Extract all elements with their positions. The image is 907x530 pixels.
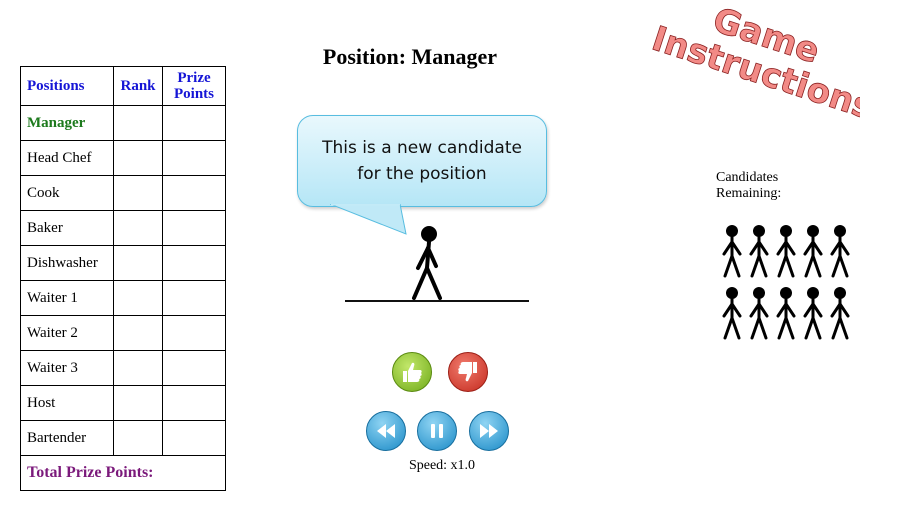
game-instructions-button[interactable]: Game Instructions: [620, 8, 860, 158]
total-row: Total Prize Points:: [20, 455, 226, 491]
rank-cell[interactable]: [113, 105, 163, 141]
prize-points-cell: [162, 315, 226, 351]
position-name-cell: Waiter 1: [20, 280, 114, 316]
position-name-cell: Cook: [20, 175, 114, 211]
prize-points-cell: [162, 280, 226, 316]
rank-cell[interactable]: [113, 175, 163, 211]
total-prize-points-label: Total Prize Points:: [20, 455, 226, 491]
header-rank: Rank: [113, 66, 163, 106]
header-positions: Positions: [20, 66, 114, 106]
rank-cell[interactable]: [113, 140, 163, 176]
ground-line: [345, 300, 529, 302]
table-row: Dishwasher: [20, 245, 226, 281]
table-row: Manager: [20, 105, 226, 141]
rank-cell[interactable]: [113, 420, 163, 456]
prize-points-cell: [162, 105, 226, 141]
thumbs-up-icon: [403, 362, 422, 382]
header-prize-points: Prize Points: [162, 66, 226, 106]
table-row: Waiter 2: [20, 315, 226, 351]
candidates-remaining-label: Candidates Remaining:: [716, 170, 781, 202]
candidates-row: [720, 286, 852, 345]
table-header-row: Positions Rank Prize Points: [20, 66, 226, 106]
rank-cell[interactable]: [113, 280, 163, 316]
speech-bubble-tail: [330, 204, 407, 235]
table-row: Waiter 1: [20, 280, 226, 316]
fast-forward-button[interactable]: [469, 411, 509, 451]
rank-cell[interactable]: [113, 350, 163, 386]
ranking-table: Positions Rank Prize Points Manager Head …: [20, 66, 226, 491]
position-name-cell: Head Chef: [20, 140, 114, 176]
position-name-cell: Manager: [20, 105, 114, 141]
speech-bubble-text: This is a new candidate for the position: [322, 138, 522, 184]
pause-icon: [431, 424, 443, 438]
prize-points-cell: [162, 210, 226, 246]
position-name-cell: Bartender: [20, 420, 114, 456]
position-name-cell: Host: [20, 385, 114, 421]
prize-points-cell: [162, 350, 226, 386]
rewind-icon: [377, 424, 395, 438]
speed-label: Speed: x1.0: [408, 458, 476, 473]
candidate-icon: [747, 286, 771, 345]
fast-forward-icon: [480, 424, 498, 438]
prize-points-cell: [162, 140, 226, 176]
rank-cell[interactable]: [113, 245, 163, 281]
speech-bubble: This is a new candidate for the position: [297, 115, 547, 207]
candidate-icon: [828, 224, 852, 283]
position-name-cell: Dishwasher: [20, 245, 114, 281]
thumbs-up-button[interactable]: [392, 352, 432, 392]
candidate-icon: [747, 224, 771, 283]
rewind-button[interactable]: [366, 411, 406, 451]
position-name-cell: Waiter 3: [20, 350, 114, 386]
prize-points-cell: [162, 175, 226, 211]
rank-cell[interactable]: [113, 315, 163, 351]
candidate-icon: [774, 224, 798, 283]
candidates-label-line1: Candidates: [716, 170, 779, 185]
table-row: Host: [20, 385, 226, 421]
table-row: Bartender: [20, 420, 226, 456]
table-row: Cook: [20, 175, 226, 211]
candidate-icon: [720, 286, 744, 345]
candidates-row: [720, 224, 852, 283]
position-name-cell: Baker: [20, 210, 114, 246]
candidates-label-line2: Remaining:: [716, 186, 782, 201]
position-name-cell: Waiter 2: [20, 315, 114, 351]
candidate-icon: [828, 286, 852, 345]
table-row: Head Chef: [20, 140, 226, 176]
candidate-icon: [720, 224, 744, 283]
rank-cell[interactable]: [113, 210, 163, 246]
rank-cell[interactable]: [113, 385, 163, 421]
prize-points-cell: [162, 385, 226, 421]
candidate-icon: [801, 286, 825, 345]
candidate-stick-figure: [412, 226, 442, 300]
position-title: Position: Manager: [322, 44, 498, 69]
prize-points-cell: [162, 245, 226, 281]
candidate-icon: [801, 224, 825, 283]
table-row: Waiter 3: [20, 350, 226, 386]
candidate-icon: [774, 286, 798, 345]
pause-button[interactable]: [417, 411, 457, 451]
thumbs-down-button[interactable]: [448, 352, 488, 392]
table-row: Baker: [20, 210, 226, 246]
thumbs-down-icon: [458, 362, 477, 382]
prize-points-cell: [162, 420, 226, 456]
